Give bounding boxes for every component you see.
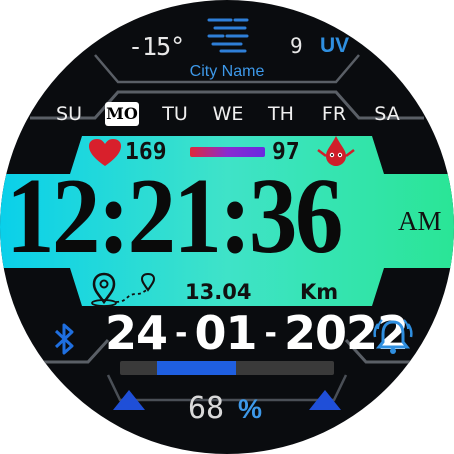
triangle-up-icon[interactable] <box>307 388 343 412</box>
heart-rate-bar <box>190 147 265 157</box>
fog-icon <box>207 18 249 53</box>
weekday-we: WE <box>212 103 244 125</box>
bluetooth-icon[interactable] <box>52 322 78 356</box>
weekday-su: SU <box>56 103 82 125</box>
distance-value: 13.04 <box>185 280 252 304</box>
am-pm-indicator: AM <box>398 206 442 236</box>
clock-time: 12:21:36 <box>6 157 343 276</box>
weekday-fr: FR <box>321 103 347 125</box>
temperature: -15° <box>128 32 185 61</box>
battery-bar-fill <box>157 361 236 375</box>
distance-unit: Km <box>300 280 339 304</box>
date-month: 01 <box>194 306 257 360</box>
route-pin-icon <box>91 272 156 307</box>
city-name[interactable]: City Name <box>0 63 454 81</box>
weekday-mo-active: MO <box>105 102 139 126</box>
uv-label: UV <box>320 34 350 57</box>
alarm-bell-icon[interactable] <box>372 316 414 356</box>
weekday-sa: SA <box>374 103 400 125</box>
watch-face: -15° 9 UV City Name SU MO TU WE TH FR SA <box>0 0 454 454</box>
date-display: 24-01-2022 <box>105 306 409 360</box>
battery-percent-sign: % <box>238 394 263 424</box>
date-day: 24 <box>105 306 168 360</box>
uv-index-value: 9 <box>290 34 303 58</box>
weekday-row: SU MO TU WE TH FR SA <box>52 102 404 126</box>
weekday-th: TH <box>268 103 294 125</box>
triangle-up-icon[interactable] <box>111 388 147 412</box>
date-separator: - <box>264 316 276 351</box>
weekday-tu: TU <box>162 103 188 125</box>
battery-percent-value: 68 <box>188 391 225 426</box>
date-separator: - <box>175 316 187 351</box>
